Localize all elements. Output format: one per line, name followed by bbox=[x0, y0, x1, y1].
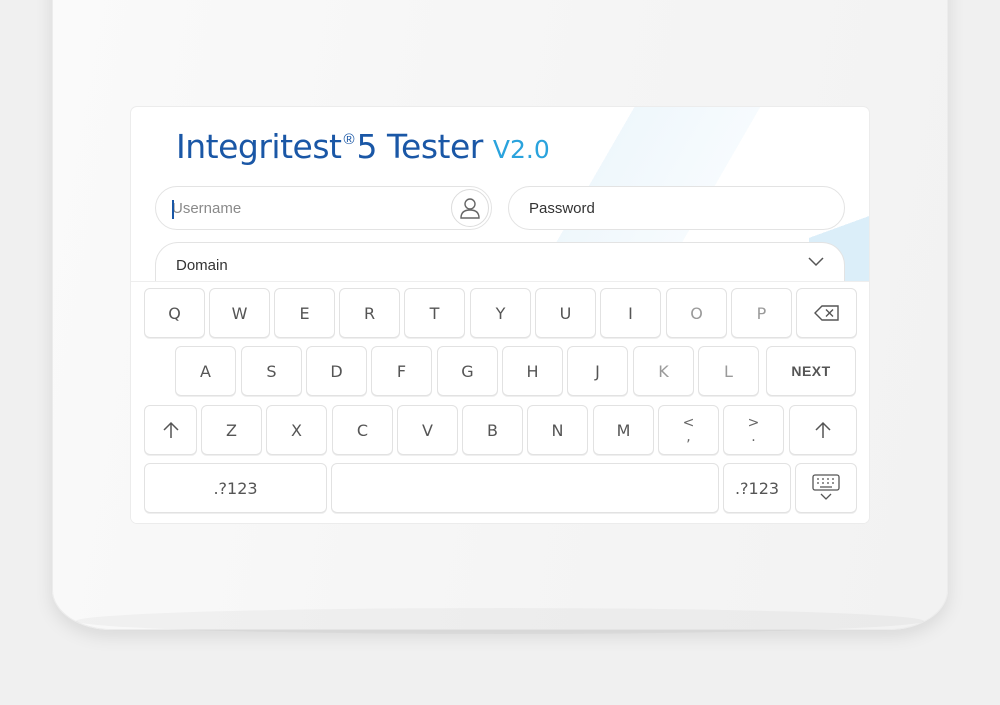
user-icon bbox=[460, 198, 480, 219]
key-b[interactable]: B bbox=[462, 405, 523, 455]
key-k[interactable]: K bbox=[633, 346, 694, 396]
key-r[interactable]: R bbox=[339, 288, 400, 338]
period-key-bottom: . bbox=[751, 429, 756, 445]
shift-up-arrow-icon bbox=[815, 421, 831, 438]
key-d[interactable]: D bbox=[306, 346, 367, 396]
next-key[interactable]: NEXT bbox=[766, 346, 856, 396]
key-h[interactable]: H bbox=[502, 346, 563, 396]
username-input[interactable] bbox=[156, 187, 491, 229]
key-m[interactable]: M bbox=[593, 405, 654, 455]
app-version: V2.0 bbox=[492, 135, 550, 164]
key-p[interactable]: P bbox=[731, 288, 792, 338]
key-comma[interactable]: < , bbox=[658, 405, 719, 455]
shift-key-left[interactable] bbox=[144, 405, 197, 455]
username-field[interactable] bbox=[155, 186, 492, 230]
key-v[interactable]: V bbox=[397, 405, 458, 455]
key-o[interactable]: O bbox=[666, 288, 727, 338]
backspace-icon bbox=[813, 305, 839, 321]
app-title-brand: Integritest bbox=[176, 127, 342, 166]
on-screen-keyboard: Q W E R T Y U I O P A S D F G H J K L NE… bbox=[131, 281, 869, 523]
text-caret bbox=[172, 200, 174, 219]
key-u[interactable]: U bbox=[535, 288, 596, 338]
space-key[interactable] bbox=[331, 463, 719, 513]
key-x[interactable]: X bbox=[266, 405, 327, 455]
key-t[interactable]: T bbox=[404, 288, 465, 338]
key-period[interactable]: > . bbox=[723, 405, 784, 455]
keyboard-hide-icon bbox=[812, 474, 840, 500]
symbols-key-left[interactable]: .?123 bbox=[144, 463, 327, 513]
key-c[interactable]: C bbox=[332, 405, 393, 455]
key-l[interactable]: L bbox=[698, 346, 759, 396]
hide-keyboard-key[interactable] bbox=[795, 463, 857, 513]
key-y[interactable]: Y bbox=[470, 288, 531, 338]
password-input[interactable] bbox=[509, 187, 844, 229]
user-button[interactable] bbox=[451, 189, 489, 227]
key-i[interactable]: I bbox=[600, 288, 661, 338]
chevron-down-icon[interactable] bbox=[808, 257, 824, 267]
symbols-key-right[interactable]: .?123 bbox=[723, 463, 791, 513]
key-q[interactable]: Q bbox=[144, 288, 205, 338]
shift-up-arrow-icon bbox=[162, 421, 179, 438]
key-z[interactable]: Z bbox=[201, 405, 262, 455]
backspace-key[interactable] bbox=[796, 288, 857, 338]
shift-key-right[interactable] bbox=[789, 405, 857, 455]
key-w[interactable]: W bbox=[209, 288, 270, 338]
key-a[interactable]: A bbox=[175, 346, 236, 396]
comma-key-top: < bbox=[682, 415, 695, 431]
login-screen: Integritest ® 5 Tester V2.0 Domain Q W E… bbox=[131, 107, 869, 523]
key-e[interactable]: E bbox=[274, 288, 335, 338]
period-key-top: > bbox=[747, 415, 760, 431]
comma-key-bottom: , bbox=[686, 429, 691, 445]
app-title-model: 5 Tester bbox=[356, 127, 484, 166]
key-f[interactable]: F bbox=[371, 346, 432, 396]
key-n[interactable]: N bbox=[527, 405, 588, 455]
password-field[interactable] bbox=[508, 186, 845, 230]
key-j[interactable]: J bbox=[567, 346, 628, 396]
period-key-labels: > . bbox=[748, 416, 760, 444]
key-s[interactable]: S bbox=[241, 346, 302, 396]
key-g[interactable]: G bbox=[437, 346, 498, 396]
registered-mark: ® bbox=[343, 131, 355, 148]
domain-label: Domain bbox=[176, 257, 228, 274]
comma-key-labels: < , bbox=[683, 416, 695, 444]
app-title: Integritest ® 5 Tester V2.0 bbox=[176, 127, 550, 171]
